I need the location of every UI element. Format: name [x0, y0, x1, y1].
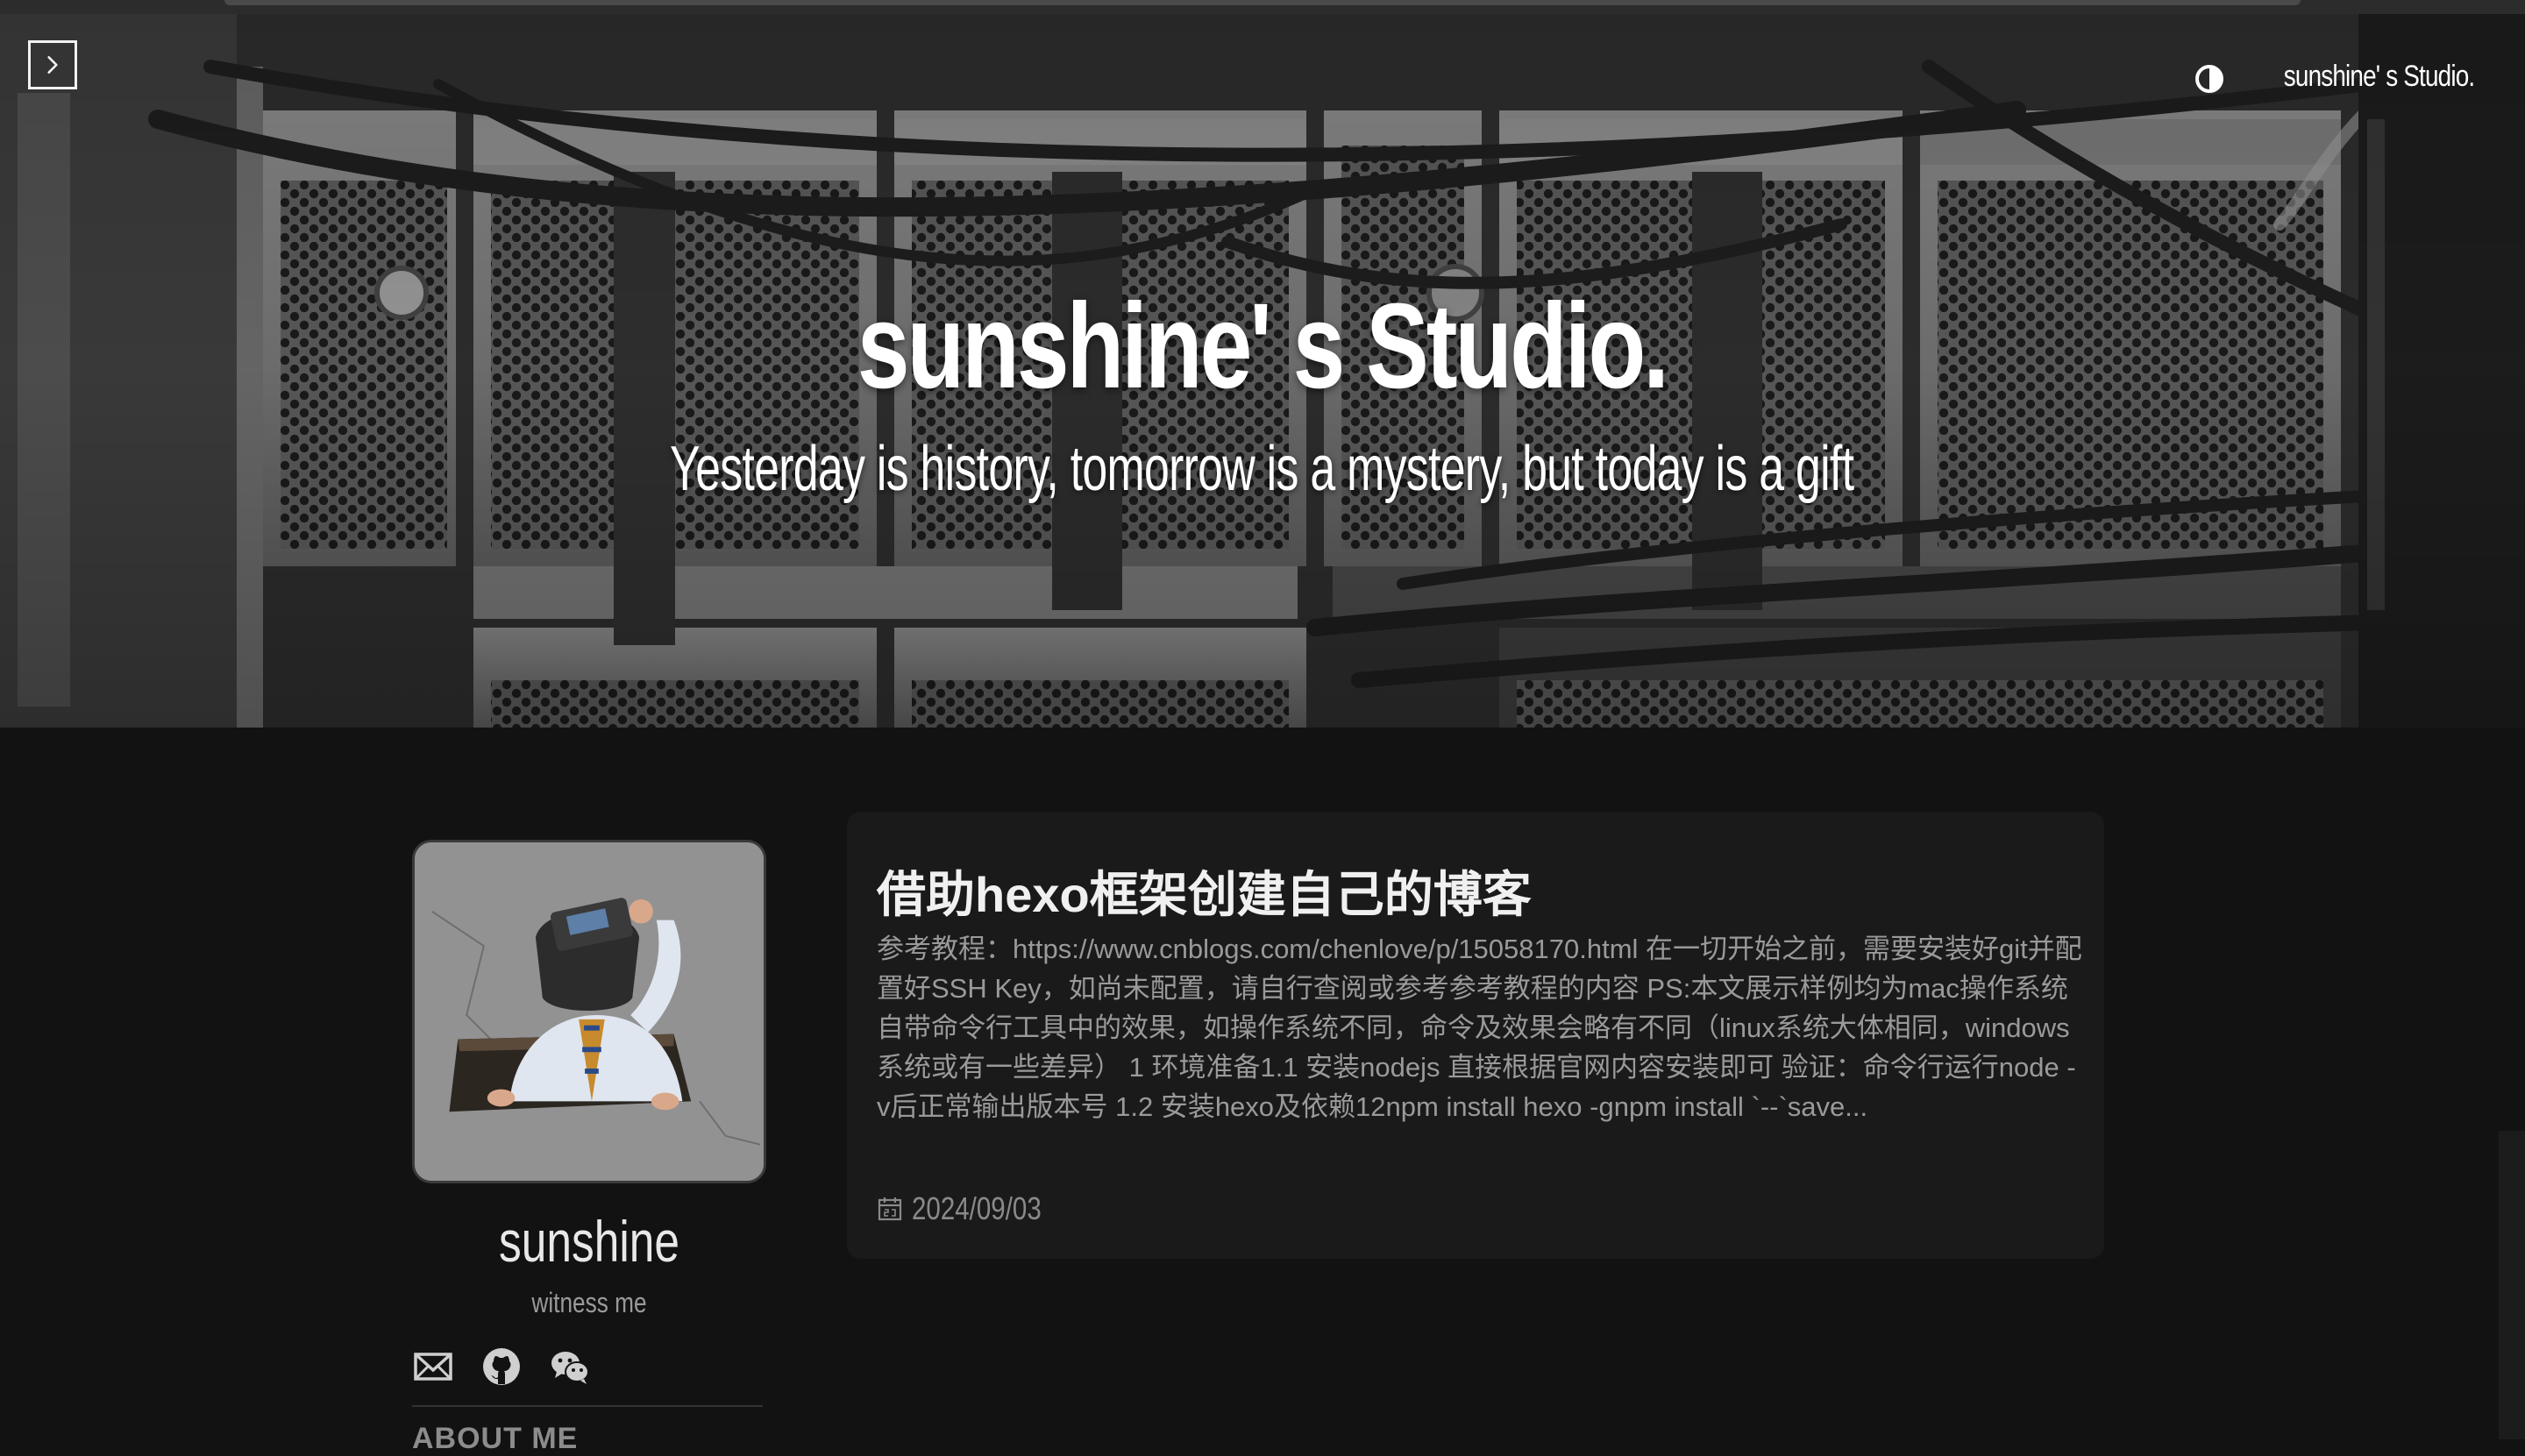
chevron-right-icon [47, 56, 58, 74]
author-avatar [412, 840, 766, 1183]
scrollbar-track[interactable] [2499, 1131, 2525, 1439]
contrast-icon[interactable] [2194, 63, 2225, 95]
sidebar-toggle-button[interactable] [28, 40, 77, 89]
avatar-illustration [415, 842, 764, 1181]
navbar-brand-link[interactable]: sunshine' s Studio. [2283, 60, 2474, 94]
wechat-icon[interactable] [549, 1346, 591, 1388]
github-icon[interactable] [480, 1346, 523, 1388]
browser-top-strip [0, 0, 2525, 14]
author-name: sunshine [498, 1209, 680, 1274]
post-date-text: 2024/09/03 [912, 1190, 1042, 1226]
site-subtitle: Yesterday is history, tomorrow is a myst… [670, 434, 1854, 504]
social-links [412, 1345, 591, 1389]
mail-icon[interactable] [412, 1346, 454, 1388]
calendar-icon [878, 1197, 902, 1221]
post-date: 2024/09/03 [877, 1190, 1070, 1227]
sidebar-divider [412, 1405, 763, 1407]
top-strip-bar [224, 0, 2301, 5]
post-title-link[interactable]: 借助hexo框架创建自己的博客 [877, 856, 2087, 927]
hero-banner: sunshine' s Studio. sunshine' s Studio. … [0, 14, 2525, 728]
post-excerpt: 参考教程：https://www.cnblogs.com/chenlove/p/… [877, 934, 2082, 1122]
site-title: sunshine' s Studio. [857, 279, 1669, 414]
author-description: witness me [531, 1287, 647, 1318]
